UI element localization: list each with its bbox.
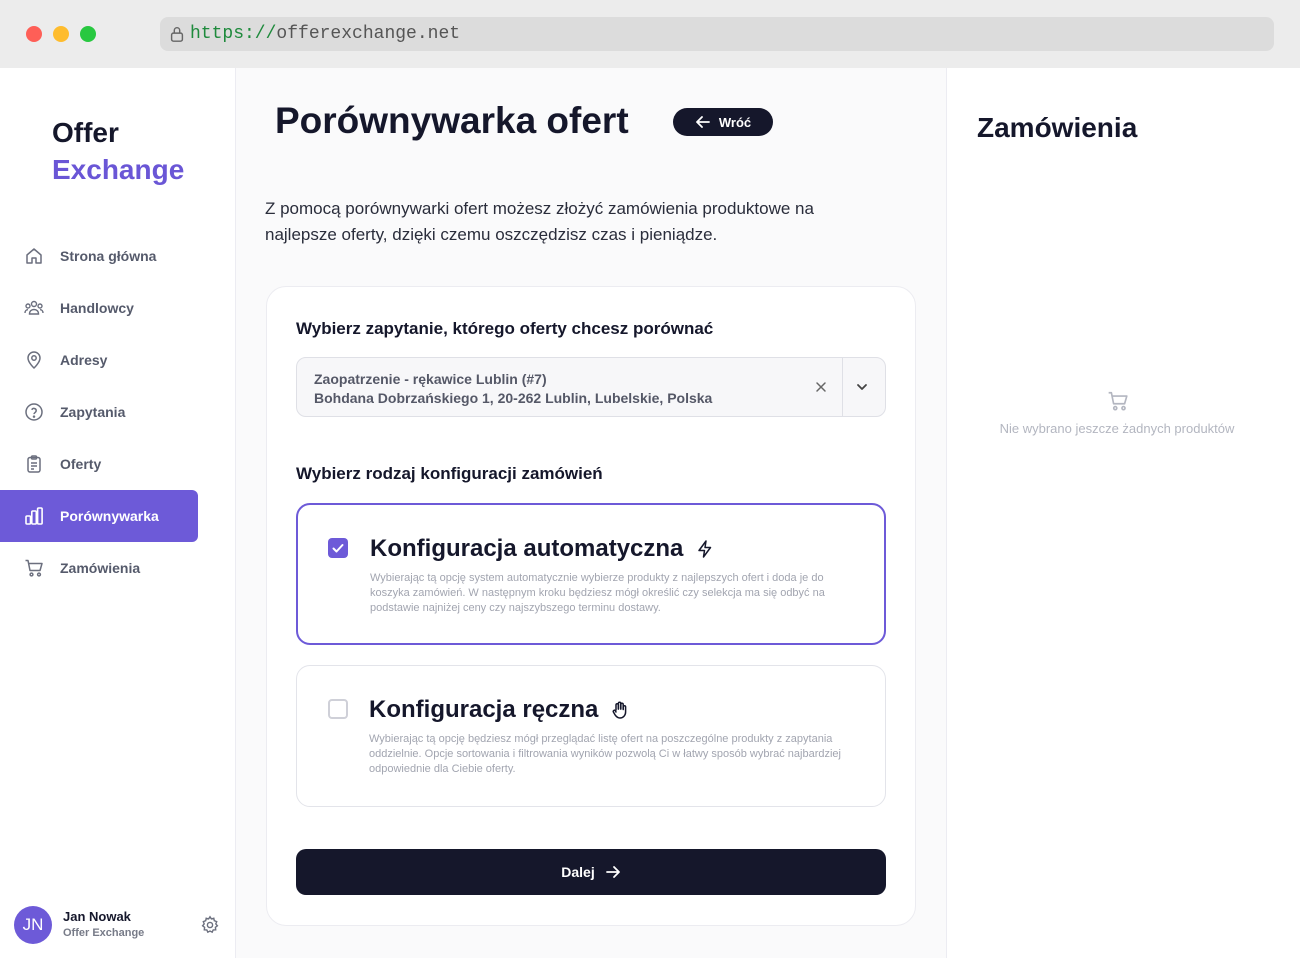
sidebar-nav: Strona główna Handlowcy Adresy Zapytania… bbox=[0, 230, 236, 594]
sidebar-item-comparison[interactable]: Porównywarka bbox=[0, 490, 198, 542]
next-button[interactable]: Dalej bbox=[296, 849, 886, 895]
select-value-line2: Bohdana Dobrzańskiego 1, 20-262 Lublin, … bbox=[314, 390, 713, 406]
logo-line2: Exchange bbox=[52, 154, 185, 185]
logo-line1: Offer bbox=[52, 117, 119, 148]
avatar: JN bbox=[14, 906, 52, 944]
intro-text: Z pomocą porównywarki ofert możesz złoży… bbox=[265, 199, 814, 244]
option-automatic[interactable]: Konfiguracja automatyczna Wybierając tą … bbox=[296, 503, 886, 645]
sidebar-item-offers[interactable]: Oferty bbox=[0, 438, 198, 490]
sidebar-item-sales[interactable]: Handlowcy bbox=[0, 282, 198, 334]
address-bar[interactable]: https://offerexchange.net bbox=[160, 17, 1274, 51]
check-icon bbox=[332, 544, 344, 553]
next-button-label: Dalej bbox=[561, 864, 595, 880]
lightning-icon bbox=[698, 540, 712, 558]
comparison-card: Wybierz zapytanie, którego oferty chcesz… bbox=[266, 286, 916, 926]
question-icon bbox=[25, 403, 43, 421]
arrow-right-icon bbox=[605, 866, 620, 878]
select-separator bbox=[842, 358, 843, 416]
url-text: https://offerexchange.net bbox=[190, 24, 461, 44]
back-button[interactable]: Wróć bbox=[673, 108, 773, 136]
window-close-button[interactable] bbox=[26, 26, 42, 42]
option-manual-description: Wybierając tą opcję będziesz mógł przegl… bbox=[369, 733, 841, 775]
chevron-down-icon[interactable] bbox=[852, 377, 872, 397]
user-profile[interactable]: JN Jan Nowak Offer Exchange bbox=[14, 906, 224, 944]
cart-icon bbox=[25, 559, 43, 577]
sidebar-item-label: Zamówienia bbox=[60, 560, 141, 576]
sidebar-item-label: Porównywarka bbox=[60, 508, 159, 524]
gear-icon[interactable] bbox=[200, 915, 220, 935]
main-content: Porównywarka ofert Wróć Z pomocą porówny… bbox=[236, 68, 946, 958]
back-button-label: Wróć bbox=[718, 114, 752, 130]
users-icon bbox=[24, 300, 44, 315]
clipboard-icon bbox=[27, 455, 41, 473]
inquiry-select[interactable]: Zaopatrzenie - rękawice Lublin (#7) Bohd… bbox=[296, 357, 886, 417]
page-title: Porównywarka ofert bbox=[275, 100, 629, 141]
bar-chart-icon bbox=[25, 507, 43, 525]
logo[interactable]: Offer Exchange bbox=[52, 114, 184, 188]
cart-icon bbox=[1108, 391, 1128, 411]
select-value: Zaopatrzenie - rękawice Lublin (#7) Bohd… bbox=[314, 370, 712, 408]
select-heading: Wybierz zapytanie, którego oferty chcesz… bbox=[296, 319, 714, 338]
option-manual-title: Konfiguracja ręczna bbox=[369, 696, 630, 724]
orders-empty-text: Nie wybrano jeszcze żadnych produktów bbox=[999, 421, 1235, 436]
user-name: Jan Nowak bbox=[63, 909, 131, 924]
sidebar-item-addresses[interactable]: Adresy bbox=[0, 334, 198, 386]
sidebar-item-label: Handlowcy bbox=[60, 300, 134, 316]
sidebar-item-label: Zapytania bbox=[60, 404, 126, 420]
sidebar-item-orders[interactable]: Zamówienia bbox=[0, 542, 198, 594]
select-value-line1: Zaopatrzenie - rękawice Lublin (#7) bbox=[314, 371, 547, 387]
option-manual-checkbox[interactable] bbox=[328, 699, 348, 719]
arrow-left-icon bbox=[695, 116, 710, 128]
option-automatic-title: Konfiguracja automatyczna bbox=[370, 535, 715, 563]
orders-title: Zamówienia bbox=[977, 112, 1138, 143]
sidebar-item-label: Strona główna bbox=[60, 248, 157, 264]
option-automatic-description: Wybierając tą opcję system automatycznie… bbox=[370, 572, 825, 614]
lock-icon bbox=[170, 27, 184, 42]
sidebar-item-label: Oferty bbox=[60, 456, 102, 472]
user-org: Offer Exchange bbox=[63, 927, 145, 939]
window-maximize-button[interactable] bbox=[80, 26, 96, 42]
orders-panel: Zamówienia Nie wybrano jeszcze żadnych p… bbox=[946, 68, 1300, 958]
browser-chrome: https://offerexchange.net bbox=[0, 0, 1300, 68]
map-pin-icon bbox=[27, 351, 41, 370]
close-icon[interactable] bbox=[811, 377, 831, 397]
window-minimize-button[interactable] bbox=[53, 26, 69, 42]
option-manual[interactable]: Konfiguracja ręczna Wybierając tą opcję … bbox=[296, 665, 886, 807]
option-automatic-checkbox[interactable] bbox=[328, 538, 348, 558]
config-heading: Wybierz rodzaj konfiguracji zamówień bbox=[296, 464, 603, 483]
sidebar-item-inquiries[interactable]: Zapytania bbox=[0, 386, 198, 438]
sidebar: Offer Exchange Strona główna Handlowcy A… bbox=[0, 68, 236, 958]
sidebar-item-home[interactable]: Strona główna bbox=[0, 230, 198, 282]
home-icon bbox=[26, 248, 42, 264]
sidebar-item-label: Adresy bbox=[60, 352, 108, 368]
hand-icon bbox=[612, 701, 627, 719]
